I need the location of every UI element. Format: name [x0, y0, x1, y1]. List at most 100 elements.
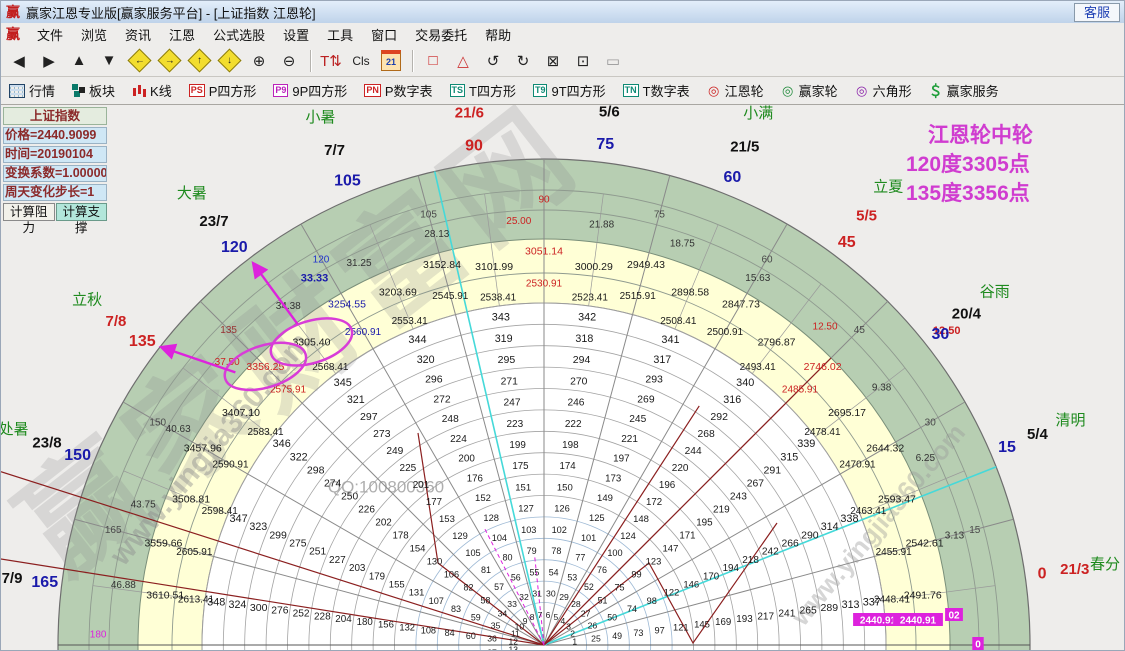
- svg-text:223: 223: [506, 419, 523, 430]
- winner-wheel-button[interactable]: ◎赢家轮: [779, 80, 840, 101]
- quotes-button[interactable]: 行情: [7, 80, 57, 101]
- svg-text:131: 131: [409, 588, 425, 598]
- svg-text:0: 0: [975, 640, 981, 651]
- pan-left-icon[interactable]: ←: [125, 48, 153, 74]
- t-square-button[interactable]: TST四方形: [448, 80, 518, 101]
- menu-item-0[interactable]: 文件: [28, 23, 72, 46]
- svg-text:50: 50: [607, 612, 617, 622]
- svg-text:265: 265: [799, 606, 817, 617]
- pan-up-icon[interactable]: ↑: [185, 48, 213, 74]
- triangle-tool-icon[interactable]: △: [449, 48, 477, 74]
- quotes-button-label: 行情: [29, 81, 55, 100]
- svg-text:271: 271: [501, 376, 519, 387]
- svg-text:立夏: 立夏: [873, 179, 903, 196]
- square-tool-icon[interactable]: □: [419, 48, 447, 74]
- svg-text:108: 108: [421, 625, 436, 635]
- svg-text:7/8: 7/8: [106, 313, 127, 330]
- menu-item-5[interactable]: 设置: [274, 23, 318, 46]
- svg-text:294: 294: [573, 354, 591, 366]
- svg-text:3051.14: 3051.14: [525, 246, 563, 258]
- 9t-square-button[interactable]: T99T四方形: [531, 80, 608, 101]
- svg-text:3: 3: [566, 622, 571, 632]
- menu-item-2[interactable]: 资讯: [116, 23, 160, 46]
- svg-text:179: 179: [369, 571, 385, 582]
- svg-text:2463.41: 2463.41: [850, 506, 887, 517]
- nav-forward-icon[interactable]: ▶: [35, 48, 63, 74]
- sectors-button[interactable]: 板块: [70, 80, 117, 101]
- svg-text:195: 195: [696, 517, 713, 528]
- svg-text:90: 90: [538, 195, 550, 206]
- p-table-button[interactable]: PNP数字表: [362, 80, 434, 101]
- svg-text:54: 54: [549, 567, 559, 577]
- zoom-out-icon[interactable]: ⊖: [275, 48, 303, 74]
- t-table-button[interactable]: TNT数字表: [621, 80, 692, 101]
- gann-wheel-button-label: 江恩轮: [725, 81, 764, 100]
- toolbar-separator: [310, 50, 312, 72]
- winner-service-button[interactable]: ＄赢家服务: [927, 80, 1001, 102]
- nav-up-icon[interactable]: ▲: [65, 48, 93, 74]
- param-field-1[interactable]: 时间=20190104: [3, 146, 107, 163]
- cls-button[interactable]: Cls: [347, 48, 375, 74]
- rotate-ccw-icon[interactable]: ↺: [479, 48, 507, 74]
- param-field-0[interactable]: 价格=2440.9099: [3, 127, 107, 144]
- menu-item-8[interactable]: 交易委托: [406, 23, 476, 46]
- 9p-square-button-label: 9P四方形: [292, 81, 347, 100]
- presentation-icon[interactable]: ▭: [599, 48, 627, 74]
- menu-item-9[interactable]: 帮助: [476, 23, 520, 46]
- menu-item-6[interactable]: 工具: [318, 23, 362, 46]
- calc-support-button[interactable]: 计算支撑: [56, 203, 108, 221]
- param-field-2[interactable]: 变换系数=1.00000: [3, 165, 107, 182]
- p-square-button-label: P四方形: [209, 81, 257, 100]
- svg-text:268: 268: [698, 429, 716, 440]
- rotate-cw-icon[interactable]: ↻: [509, 48, 537, 74]
- gann-wheel-button[interactable]: ◎江恩轮: [705, 80, 766, 101]
- hexagon-button[interactable]: ◎六角形: [853, 80, 914, 101]
- fullscreen-icon[interactable]: ⊠: [539, 48, 567, 74]
- t-updown-icon[interactable]: T⇅: [317, 48, 345, 74]
- kline-button[interactable]: K线: [130, 80, 174, 101]
- svg-text:248: 248: [442, 414, 459, 425]
- svg-text:51: 51: [598, 596, 608, 606]
- svg-text:2593.47: 2593.47: [878, 493, 916, 505]
- param-field-3[interactable]: 周天变化步长=1: [3, 184, 107, 201]
- svg-text:5/6: 5/6: [599, 105, 620, 120]
- nav-back-icon[interactable]: ◀: [5, 48, 33, 74]
- svg-text:224: 224: [450, 434, 467, 445]
- p-square-button[interactable]: PSP四方形: [187, 80, 259, 101]
- svg-text:2538.41: 2538.41: [480, 293, 517, 304]
- window-title: 赢家江恩专业版[赢家服务平台] - [上证指数 江恩轮]: [26, 3, 316, 22]
- svg-text:296: 296: [425, 374, 443, 386]
- svg-text:43.75: 43.75: [131, 499, 156, 510]
- menu-item-4[interactable]: 公式选股: [204, 23, 274, 46]
- customer-service-button[interactable]: 客服: [1074, 3, 1120, 22]
- svg-text:40.63: 40.63: [166, 424, 191, 435]
- pan-right-icon[interactable]: →: [155, 48, 183, 74]
- svg-text:2470.91: 2470.91: [839, 460, 876, 471]
- 9p-square-button[interactable]: P99P四方形: [271, 80, 349, 101]
- menu-bar: 赢 文件浏览资讯江恩公式选股设置工具窗口交易委托帮助: [1, 23, 1125, 46]
- svg-text:340: 340: [736, 377, 754, 389]
- svg-text:150: 150: [149, 418, 166, 429]
- menu-item-1[interactable]: 浏览: [72, 23, 116, 46]
- calendar-icon[interactable]: 21: [377, 48, 405, 74]
- svg-text:小满: 小满: [743, 105, 773, 122]
- svg-text:77: 77: [575, 553, 585, 563]
- svg-text:222: 222: [565, 419, 582, 430]
- center-view-icon[interactable]: ⊡: [569, 48, 597, 74]
- calc-resistance-button[interactable]: 计算阻力: [3, 203, 55, 221]
- menu-item-7[interactable]: 窗口: [362, 23, 406, 46]
- pan-down-icon[interactable]: ↓: [215, 48, 243, 74]
- svg-text:2523.41: 2523.41: [572, 293, 609, 304]
- svg-text:2949.43: 2949.43: [627, 259, 665, 271]
- svg-text:小暑: 小暑: [305, 109, 335, 126]
- svg-text:152: 152: [475, 493, 491, 504]
- nav-down-icon[interactable]: ▼: [95, 48, 123, 74]
- svg-text:28: 28: [571, 599, 581, 609]
- menu-item-3[interactable]: 江恩: [160, 23, 204, 46]
- svg-text:221: 221: [621, 434, 638, 445]
- svg-text:145: 145: [694, 620, 710, 631]
- blocks-icon: [72, 84, 85, 97]
- zoom-in-icon[interactable]: ⊕: [245, 48, 273, 74]
- svg-text:322: 322: [290, 451, 308, 463]
- svg-text:341: 341: [661, 334, 679, 346]
